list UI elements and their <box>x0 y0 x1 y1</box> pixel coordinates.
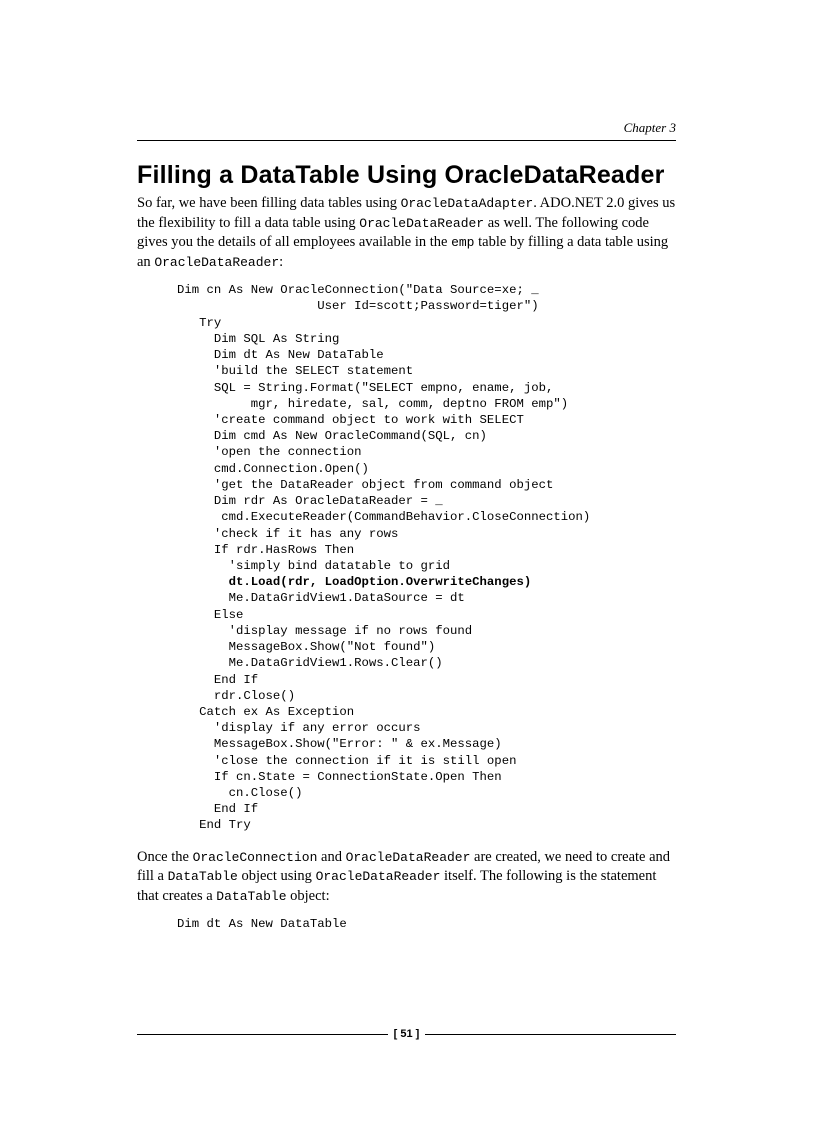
code-line-emphasis: dt.Load(rdr, LoadOption.OverwriteChanges… <box>177 575 531 589</box>
code-inline: OracleDataReader <box>359 216 484 231</box>
code-line: If rdr.HasRows Then <box>177 543 354 557</box>
code-line: 'display message if no rows found <box>177 624 472 638</box>
code-inline: OracleConnection <box>193 850 318 865</box>
code-inline: OracleDataReader <box>154 255 279 270</box>
code-line: mgr, hiredate, sal, comm, deptno FROM em… <box>177 397 568 411</box>
code-line: 'open the connection <box>177 445 361 459</box>
code-line: Dim rdr As OracleDataReader = _ <box>177 494 443 508</box>
section-heading: Filling a DataTable Using OracleDataRead… <box>137 161 676 190</box>
text: and <box>317 849 345 865</box>
intro-paragraph: So far, we have been filling data tables… <box>137 194 676 272</box>
mid-paragraph: Once the OracleConnection and OracleData… <box>137 848 676 907</box>
code-line: cmd.ExecuteReader(CommandBehavior.CloseC… <box>177 510 590 524</box>
text: So far, we have been filling data tables… <box>137 195 401 211</box>
code-line: End Try <box>177 818 251 832</box>
text: object using <box>238 868 316 884</box>
code-line: 'build the SELECT statement <box>177 364 413 378</box>
code-line: 'close the connection if it is still ope… <box>177 754 516 768</box>
code-line: Me.DataGridView1.DataSource = dt <box>177 591 465 605</box>
code-line: 'simply bind datatable to grid <box>177 559 450 573</box>
code-line: MessageBox.Show("Not found") <box>177 640 435 654</box>
code-line: Dim cn As New OracleConnection("Data Sou… <box>177 283 539 297</box>
code-line: Me.DataGridView1.Rows.Clear() <box>177 656 443 670</box>
page: Chapter 3 Filling a DataTable Using Orac… <box>0 0 816 1123</box>
code-line: Catch ex As Exception <box>177 705 354 719</box>
text: : <box>279 254 283 270</box>
code-block-main: Dim cn As New OracleConnection("Data Sou… <box>177 282 676 833</box>
footer-rule-left <box>137 1034 388 1035</box>
code-line: Else <box>177 608 243 622</box>
code-line: MessageBox.Show("Error: " & ex.Message) <box>177 737 502 751</box>
code-line: 'create command object to work with SELE… <box>177 413 524 427</box>
code-line: Dim SQL As String <box>177 332 339 346</box>
code-inline: OracleDataAdapter <box>401 196 534 211</box>
text: object: <box>287 888 330 904</box>
code-inline: OracleDataReader <box>346 850 471 865</box>
code-line: cmd.Connection.Open() <box>177 462 369 476</box>
code-line: Dim dt As New DataTable <box>177 917 347 931</box>
page-footer: [ 51 ] <box>137 1028 676 1040</box>
code-inline: OracleDataReader <box>316 869 441 884</box>
code-line: If cn.State = ConnectionState.Open Then <box>177 770 502 784</box>
code-line: Dim dt As New DataTable <box>177 348 384 362</box>
text: Once the <box>137 849 193 865</box>
code-inline: DataTable <box>216 889 286 904</box>
code-line: End If <box>177 673 258 687</box>
code-line: 'check if it has any rows <box>177 527 398 541</box>
code-line: Dim cmd As New OracleCommand(SQL, cn) <box>177 429 487 443</box>
code-line: rdr.Close() <box>177 689 295 703</box>
code-inline: DataTable <box>168 869 238 884</box>
header-rule <box>137 140 676 141</box>
code-inline: emp <box>451 235 474 250</box>
code-line: 'get the DataReader object from command … <box>177 478 553 492</box>
code-line: SQL = String.Format("SELECT empno, ename… <box>177 381 553 395</box>
code-line: 'display if any error occurs <box>177 721 421 735</box>
code-line: End If <box>177 802 258 816</box>
chapter-label: Chapter 3 <box>137 120 676 136</box>
code-line: User Id=scott;Password=tiger") <box>177 299 539 313</box>
code-block-small: Dim dt As New DataTable <box>177 916 676 932</box>
code-line: cn.Close() <box>177 786 302 800</box>
code-line: Try <box>177 316 221 330</box>
footer-rule-right <box>425 1034 676 1035</box>
page-number: [ 51 ] <box>388 1028 426 1040</box>
